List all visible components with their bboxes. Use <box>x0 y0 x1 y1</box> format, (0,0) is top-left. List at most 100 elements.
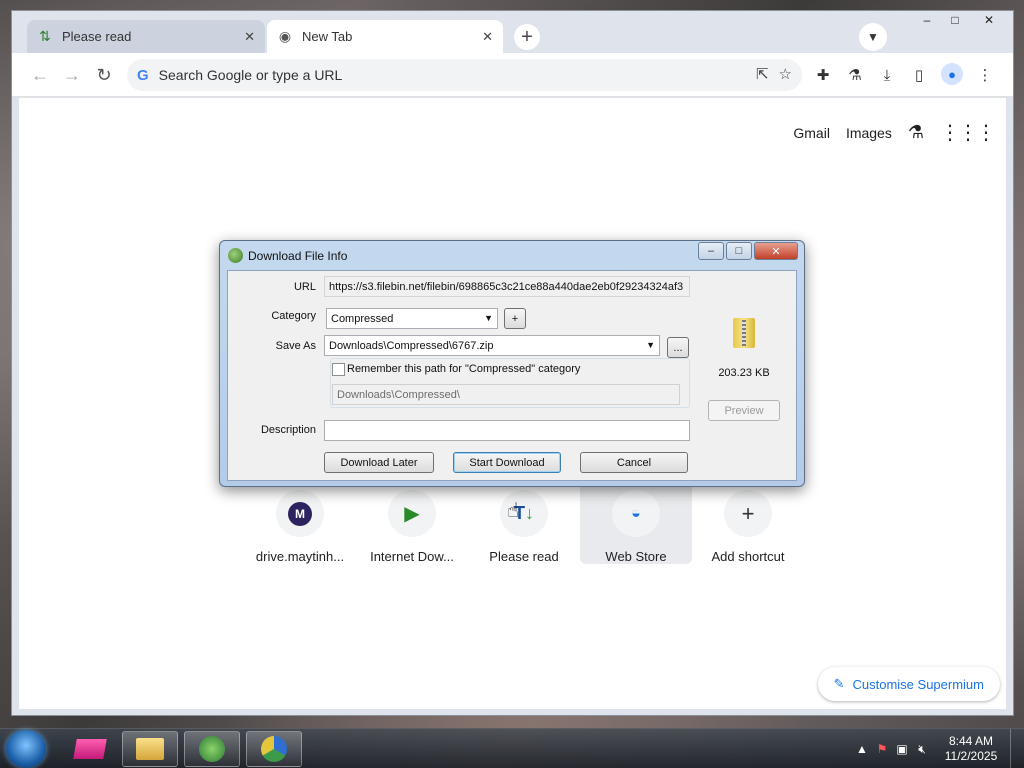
save-as-field[interactable]: Downloads\Compressed\6767.zip ▼ <box>324 335 660 356</box>
tab-close-icon[interactable]: ✕ <box>244 29 255 45</box>
dialog-title: Download File Info <box>248 249 348 263</box>
dropdown-arrow-icon: ▼ <box>646 340 655 350</box>
start-download-button[interactable]: Start Download <box>453 452 561 473</box>
taskbar: ▲ ⚑ ▣ 🔇︎ 8:44 AM 11/2/2025 <box>0 728 1024 768</box>
shortcut-label: Web Store <box>605 549 667 564</box>
clock[interactable]: 8:44 AM 11/2/2025 <box>932 734 1010 764</box>
browser-toolbar: ← → ↻ G Search Google or type a URL ⇱ ☆ … <box>12 53 1013 97</box>
downloads-icon[interactable]: ⤓ <box>877 63 897 87</box>
labs-flask-icon[interactable]: ⚗ <box>908 122 924 143</box>
dialog-window-controls: – □ ✕ <box>698 242 798 260</box>
back-arrow-icon[interactable]: ← <box>28 63 52 87</box>
description-label: Description <box>260 424 316 436</box>
new-tab-button[interactable]: + <box>514 24 540 50</box>
shortcut-please-read[interactable]: T ↓ Please read <box>468 476 580 564</box>
menu-kebab-icon[interactable]: ⋮ <box>975 63 995 87</box>
reload-icon[interactable]: ↻ <box>92 63 116 87</box>
dialog-close-button[interactable]: ✕ <box>754 242 798 260</box>
zip-file-icon <box>733 318 755 348</box>
dialog-body: URL https://s3.filebin.net/filebin/69886… <box>227 270 797 481</box>
taskbar-browser[interactable] <box>246 731 302 767</box>
chrome-icon: ◉ <box>278 28 292 44</box>
taskbar-app-pink[interactable] <box>62 731 118 767</box>
shortcut-add[interactable]: + Add shortcut <box>692 476 804 564</box>
gmail-link[interactable]: Gmail <box>793 125 830 141</box>
tab-strip: ⇅ Please read ✕ ◉ New Tab ✕ + ▼ <box>12 11 1013 53</box>
shortcut-label: Please read <box>489 549 559 564</box>
apps-grid-icon[interactable]: ⋮⋮⋮ <box>940 120 996 145</box>
app-logo-icon <box>73 739 107 759</box>
pencil-icon: ✎ <box>833 676 845 691</box>
customise-button[interactable]: ✎ Customise Supermium <box>817 667 1000 701</box>
dialog-maximize-button[interactable]: □ <box>726 242 752 260</box>
omnibox[interactable]: G Search Google or type a URL ⇱ ☆ <box>127 59 802 91</box>
dropdown-arrow-icon: ▼ <box>484 313 493 323</box>
shortcut-internet-download[interactable]: ▶ Internet Dow... <box>356 476 468 564</box>
idm-globe-icon <box>228 248 243 263</box>
clock-time: 8:44 AM <box>948 734 994 748</box>
tray-expand-icon[interactable]: ▲ <box>852 742 872 756</box>
customise-label: Customise Supermium <box>852 676 985 692</box>
url-field[interactable]: https://s3.filebin.net/filebin/698865c3c… <box>324 276 690 297</box>
dialog-minimize-button[interactable]: – <box>698 242 724 260</box>
images-link[interactable]: Images <box>846 125 892 141</box>
shortcut-tiles: M drive.maytinh... ▶ Internet Dow... T ↓ … <box>244 476 804 564</box>
tab-please-read[interactable]: ⇅ Please read ✕ <box>27 20 265 53</box>
folder-icon <box>136 738 164 760</box>
tab-search-chevron-icon[interactable]: ▼ <box>859 23 887 51</box>
taskbar-explorer[interactable] <box>122 731 178 767</box>
tab-close-icon[interactable]: ✕ <box>482 29 493 45</box>
action-center-flag-icon[interactable]: ⚑ <box>872 742 892 756</box>
show-desktop-button[interactable] <box>1010 729 1024 768</box>
web-store-icon: ◒ <box>612 490 660 537</box>
category-label: Category <box>271 310 316 322</box>
labs-flask-icon[interactable]: ⚗ <box>845 63 865 87</box>
profile-avatar-icon[interactable]: ● <box>941 63 963 85</box>
cancel-button[interactable]: Cancel <box>580 452 688 473</box>
window-controls: – □ ✕ <box>913 11 1009 29</box>
volume-muted-icon[interactable]: 🔇︎ <box>912 742 932 757</box>
google-g-icon: G <box>137 66 149 84</box>
clock-date: 11/2/2025 <box>944 749 998 763</box>
add-category-button[interactable]: + <box>504 308 526 329</box>
network-icon[interactable]: ▣ <box>892 742 912 756</box>
tab-label: New Tab <box>302 29 353 44</box>
start-button-windows-icon[interactable] <box>6 730 46 768</box>
preview-button[interactable]: Preview <box>708 400 780 421</box>
forward-arrow-icon[interactable]: → <box>60 63 84 87</box>
system-tray: ▲ ⚑ ▣ 🔇︎ 8:44 AM 11/2/2025 <box>852 729 1024 768</box>
download-later-button[interactable]: Download Later <box>324 452 434 473</box>
chrome-icon <box>261 736 287 762</box>
shortcut-label: drive.maytinh... <box>255 549 345 564</box>
remembered-path-field: Downloads\Compressed\ <box>332 384 680 405</box>
download-file-info-dialog: Download File Info – □ ✕ URL https://s3.… <box>219 240 805 487</box>
description-field[interactable] <box>324 420 690 441</box>
minimize-button[interactable]: – <box>913 11 941 29</box>
shortcut-label: Add shortcut <box>711 549 785 564</box>
extensions-puzzle-icon[interactable]: ✚ <box>813 63 833 87</box>
tab-label: Please read <box>62 29 132 44</box>
tab-new-tab[interactable]: ◉ New Tab ✕ <box>267 20 503 53</box>
share-icon[interactable]: ⇱ <box>756 65 769 83</box>
shortcut-label: Internet Dow... <box>370 549 454 564</box>
browse-button[interactable]: ... <box>667 337 689 358</box>
omnibox-placeholder: Search Google or type a URL <box>158 67 343 83</box>
plus-icon: + <box>724 490 772 537</box>
shortcut-web-store[interactable]: ◒ Web Store <box>580 476 692 564</box>
url-label: URL <box>293 281 316 293</box>
remember-path-label: Remember this path for "Compressed" cate… <box>347 363 581 375</box>
remember-path-checkbox[interactable] <box>332 363 345 376</box>
maximize-button[interactable]: □ <box>941 11 969 29</box>
category-select[interactable]: Compressed ▼ <box>326 308 498 329</box>
bookmark-star-icon[interactable]: ☆ <box>779 65 792 83</box>
file-size: 203.23 KB <box>718 367 770 379</box>
idm-play-icon: ▶ <box>388 490 436 537</box>
idm-arrows-icon: ⇅ <box>39 28 51 44</box>
shortcut-drive-maytinh[interactable]: M drive.maytinh... <box>244 476 356 564</box>
taskbar-idm[interactable] <box>184 731 240 767</box>
side-panel-icon[interactable]: ▯ <box>909 63 929 87</box>
hand-cursor-icon: ☝ <box>507 500 520 522</box>
idm-globe-icon <box>199 736 225 762</box>
close-button[interactable]: ✕ <box>969 11 1009 29</box>
m-logo-icon: M <box>276 490 324 537</box>
